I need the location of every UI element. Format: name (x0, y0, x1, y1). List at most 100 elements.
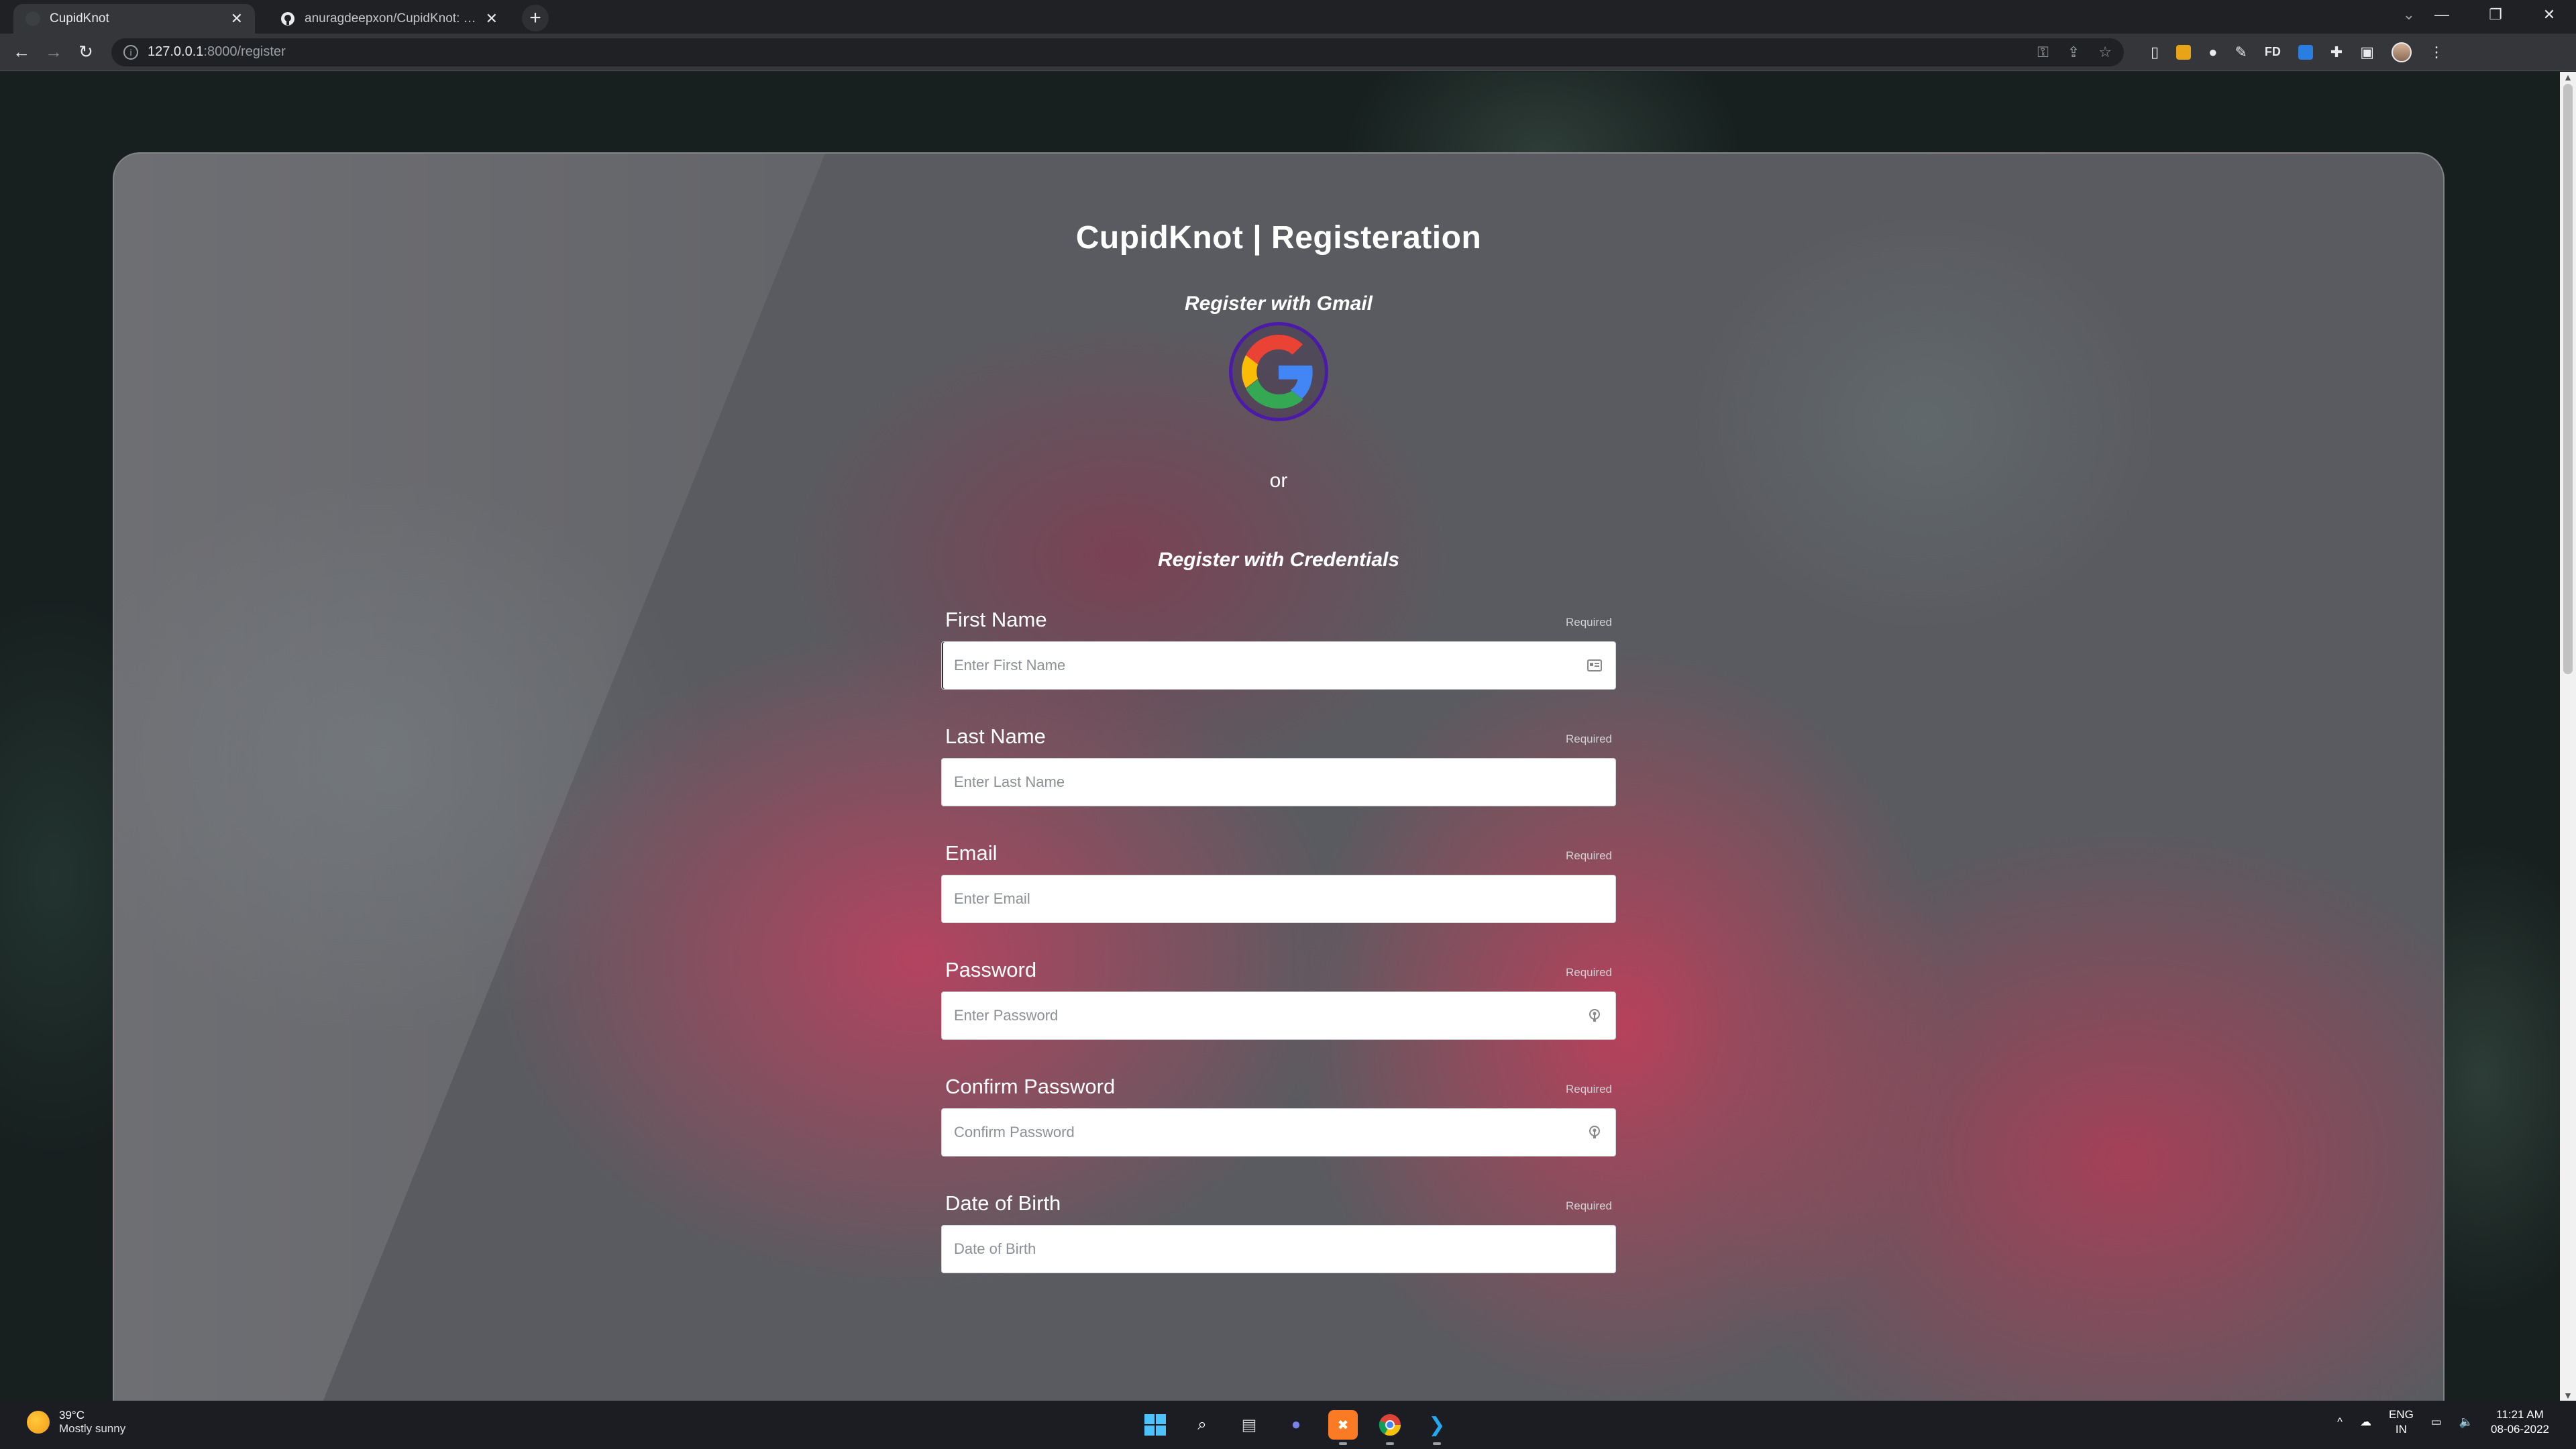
google-icon (1242, 335, 1313, 409)
extensions-area: ▯ ● ✎ FD ✚ ▣ ⋮ (2151, 42, 2444, 62)
date-of-birth-label: Date of Birth (945, 1191, 1061, 1215)
window-controls: — ❐ ✕ (2415, 0, 2576, 30)
clock-date: 08-06-2022 (2491, 1423, 2549, 1436)
back-arrow-icon[interactable]: ← (5, 42, 38, 62)
last-name-field: Last Name Required (941, 722, 1616, 806)
first-name-field: First Name Required (941, 605, 1616, 690)
required-badge: Required (1566, 1199, 1612, 1212)
glass-sheen (114, 154, 825, 1401)
windows-taskbar: 39°C Mostly sunny ⌕ ▤ ● ✖ ❯ ^ ☁ ENG IN ▭… (0, 1401, 2576, 1449)
browser-toolbar: ← → ↻ i 127.0.0.1:8000/register ⚿ ⇪ ☆ ▯ … (0, 34, 2576, 71)
volume-icon[interactable]: 🔈 (2459, 1415, 2473, 1429)
date-of-birth-field: Date of Birth Required (941, 1189, 1616, 1273)
teams-chat-icon[interactable]: ● (1281, 1410, 1311, 1440)
page-title: CupidKnot | Registeration (1075, 220, 1482, 256)
taskbar-apps: ⌕ ▤ ● ✖ ❯ (1140, 1410, 1452, 1445)
region-code: IN (2395, 1423, 2407, 1436)
browser-tab-bar: CupidKnot ✕ anuragdeepxon/CupidKnot: Cup… (0, 0, 2576, 34)
menu-kebab-icon[interactable]: ⋮ (2429, 44, 2444, 61)
tab-search-icon[interactable]: ⌄ (2403, 1, 2415, 28)
email-field: Email Required (941, 839, 1616, 923)
or-divider: or (1269, 470, 1288, 492)
google-signin-button[interactable] (1229, 322, 1328, 421)
password-input[interactable] (954, 992, 1579, 1039)
required-badge: Required (1566, 849, 1612, 862)
network-icon[interactable]: ▭ (2431, 1415, 2442, 1429)
minimize-button[interactable]: — (2415, 0, 2469, 30)
search-icon[interactable]: ⌕ (1187, 1410, 1217, 1440)
language-code: ENG (2388, 1408, 2414, 1421)
scroll-up-arrow-icon[interactable]: ▲ (2560, 72, 2576, 83)
tab-cupidknot[interactable]: CupidKnot ✕ (13, 4, 255, 34)
credentials-label: Register with Credentials (1157, 549, 1400, 571)
key-icon[interactable] (1586, 1124, 1603, 1141)
sunny-weather-icon (27, 1411, 50, 1434)
puzzle-extensions-icon[interactable]: ✚ (2330, 44, 2343, 61)
bookmark-star-icon[interactable]: ☆ (2098, 44, 2112, 61)
tab-title: anuragdeepxon/CupidKnot: Cup (305, 11, 479, 25)
ext-yellow-icon[interactable] (2176, 44, 2192, 60)
ext-blue-icon[interactable] (2298, 44, 2313, 60)
required-badge: Required (1566, 733, 1612, 745)
page-viewport: CupidKnot | Registeration Register with … (0, 72, 2560, 1401)
new-tab-button[interactable]: + (522, 5, 549, 32)
close-window-button[interactable]: ✕ (2522, 0, 2576, 30)
onedrive-sync-icon[interactable]: ☁ (2360, 1415, 2371, 1429)
weather-description: Mostly sunny (59, 1422, 126, 1435)
vscode-icon[interactable]: ❯ (1422, 1410, 1452, 1445)
gmail-label: Register with Gmail (1184, 292, 1373, 315)
tab-title: CupidKnot (50, 11, 109, 25)
language-indicator[interactable]: ENG IN (2389, 1407, 2414, 1437)
url-path: :8000/register (203, 44, 286, 59)
clock-time: 11:21 AM (2496, 1408, 2544, 1421)
reload-icon[interactable]: ↻ (70, 42, 102, 62)
github-icon (280, 11, 295, 26)
last-name-label: Last Name (945, 724, 1046, 748)
share-icon[interactable]: ⇪ (2068, 44, 2080, 61)
windows-start-icon[interactable] (1140, 1410, 1170, 1440)
ext-circle-icon[interactable]: ● (2208, 44, 2217, 61)
address-bar[interactable]: i 127.0.0.1:8000/register ⚿ ⇪ ☆ (111, 38, 2124, 66)
email-label: Email (945, 841, 998, 865)
chrome-icon[interactable] (1375, 1410, 1405, 1445)
key-icon[interactable] (1586, 1007, 1603, 1024)
page-scrollbar[interactable]: ▲ ▼ (2560, 72, 2576, 1401)
file-explorer-icon[interactable]: ▤ (1234, 1410, 1264, 1440)
email-input[interactable] (954, 875, 1603, 922)
required-badge: Required (1566, 616, 1612, 629)
tab-github[interactable]: anuragdeepxon/CupidKnot: Cup ✕ (268, 4, 510, 34)
profile-avatar[interactable] (2392, 42, 2412, 62)
required-badge: Required (1566, 966, 1612, 979)
site-info-icon[interactable]: i (123, 44, 138, 60)
weather-temperature: 39°C (59, 1409, 85, 1421)
scrollbar-thumb[interactable] (2563, 84, 2573, 674)
password-key-icon[interactable]: ⚿ (2037, 44, 2049, 61)
password-label: Password (945, 958, 1037, 981)
phone-extension-icon[interactable]: ▯ (2151, 44, 2159, 61)
forward-arrow-icon[interactable]: → (38, 42, 70, 62)
close-tab-icon[interactable]: ✕ (486, 10, 498, 28)
required-badge: Required (1566, 1083, 1612, 1095)
first-name-input[interactable] (954, 642, 1579, 689)
first-name-label: First Name (945, 608, 1047, 631)
date-of-birth-input[interactable] (954, 1226, 1603, 1273)
scroll-down-arrow-icon[interactable]: ▼ (2560, 1390, 2576, 1401)
tray-overflow-chevron-icon[interactable]: ^ (2337, 1415, 2343, 1429)
fd-extension-icon[interactable]: FD (2265, 45, 2281, 59)
confirm-password-field: Confirm Password Required (941, 1072, 1616, 1157)
clock[interactable]: 11:21 AM 08-06-2022 (2491, 1407, 2549, 1437)
last-name-input[interactable] (954, 759, 1603, 806)
registration-form: CupidKnot | Registeration Register with … (941, 219, 1616, 1305)
confirm-password-label: Confirm Password (945, 1075, 1116, 1098)
xampp-icon[interactable]: ✖ (1328, 1410, 1358, 1445)
contact-card-icon[interactable] (1586, 657, 1603, 674)
confirm-password-input[interactable] (954, 1109, 1579, 1156)
side-panel-icon[interactable]: ▣ (2360, 44, 2374, 61)
restore-button[interactable]: ❐ (2469, 0, 2522, 30)
password-field: Password Required (941, 955, 1616, 1040)
pen-extension-icon[interactable]: ✎ (2235, 44, 2247, 61)
weather-widget[interactable]: 39°C Mostly sunny (27, 1409, 125, 1436)
omnibox-actions: ⚿ ⇪ ☆ (2037, 44, 2112, 61)
credential-fields: First Name Required Last Name Required (941, 605, 1616, 1273)
close-tab-icon[interactable]: ✕ (231, 10, 243, 28)
